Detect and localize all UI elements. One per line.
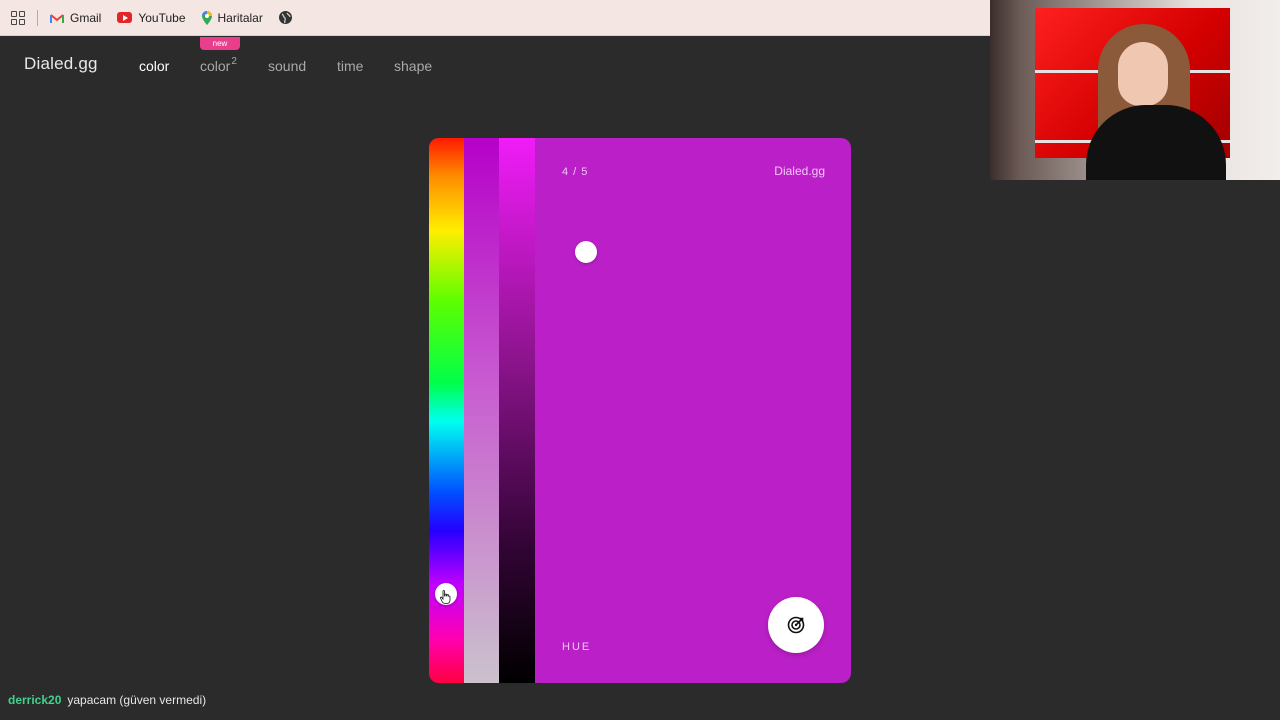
nav-sound[interactable]: sound — [268, 58, 306, 74]
bookmark-youtube-label: YouTube — [138, 10, 186, 25]
bookmark-youtube[interactable]: YouTube — [117, 10, 186, 25]
globe-icon — [278, 11, 292, 24]
chat-username: derrick20 — [8, 693, 62, 707]
card-brand: Dialed.gg — [774, 164, 825, 178]
hue-slider[interactable] — [429, 138, 465, 683]
new-badge: new — [200, 37, 240, 50]
youtube-icon — [117, 12, 133, 23]
bookmark-gmail-label: Gmail — [70, 10, 102, 25]
nav-time[interactable]: time — [337, 58, 363, 74]
nav-color2-superscript: 2 — [231, 56, 237, 67]
bookmark-gmail[interactable]: Gmail — [50, 11, 101, 25]
submit-guess-button[interactable] — [768, 597, 824, 653]
bookmark-maps-label: Haritalar — [217, 10, 263, 25]
target-icon — [787, 616, 805, 634]
color-game-card: 4 / 5 Dialed.gg HUE — [429, 138, 851, 683]
webcam-overlay — [990, 0, 1280, 180]
nav-color2-label: color — [200, 58, 231, 74]
brightness-slider[interactable] — [499, 138, 597, 683]
round-progress: 4 / 5 — [562, 166, 589, 178]
chat-text: yapacam (güven vermedi) — [67, 693, 207, 707]
bookmarks-separator — [37, 9, 38, 26]
apps-grid-icon[interactable] — [11, 10, 25, 25]
maps-icon — [201, 10, 212, 25]
nav-shape[interactable]: shape — [394, 58, 432, 74]
nav-color[interactable]: color — [139, 58, 169, 74]
saturation-slider[interactable] — [464, 138, 527, 683]
nav-color2[interactable]: color2 — [200, 56, 237, 74]
gmail-icon — [50, 13, 64, 23]
hand-cursor-icon — [440, 590, 451, 604]
site-logo[interactable]: Dialed.gg — [24, 54, 98, 74]
brightness-slider-knob[interactable] — [575, 241, 597, 263]
bookmark-globe[interactable] — [278, 11, 298, 24]
chat-message: derrick20 yapacam (güven vermedi) — [8, 693, 206, 707]
active-slider-label: HUE — [562, 641, 592, 653]
webcam-person-face — [1118, 42, 1168, 106]
bookmark-maps[interactable]: Haritalar — [201, 10, 263, 25]
